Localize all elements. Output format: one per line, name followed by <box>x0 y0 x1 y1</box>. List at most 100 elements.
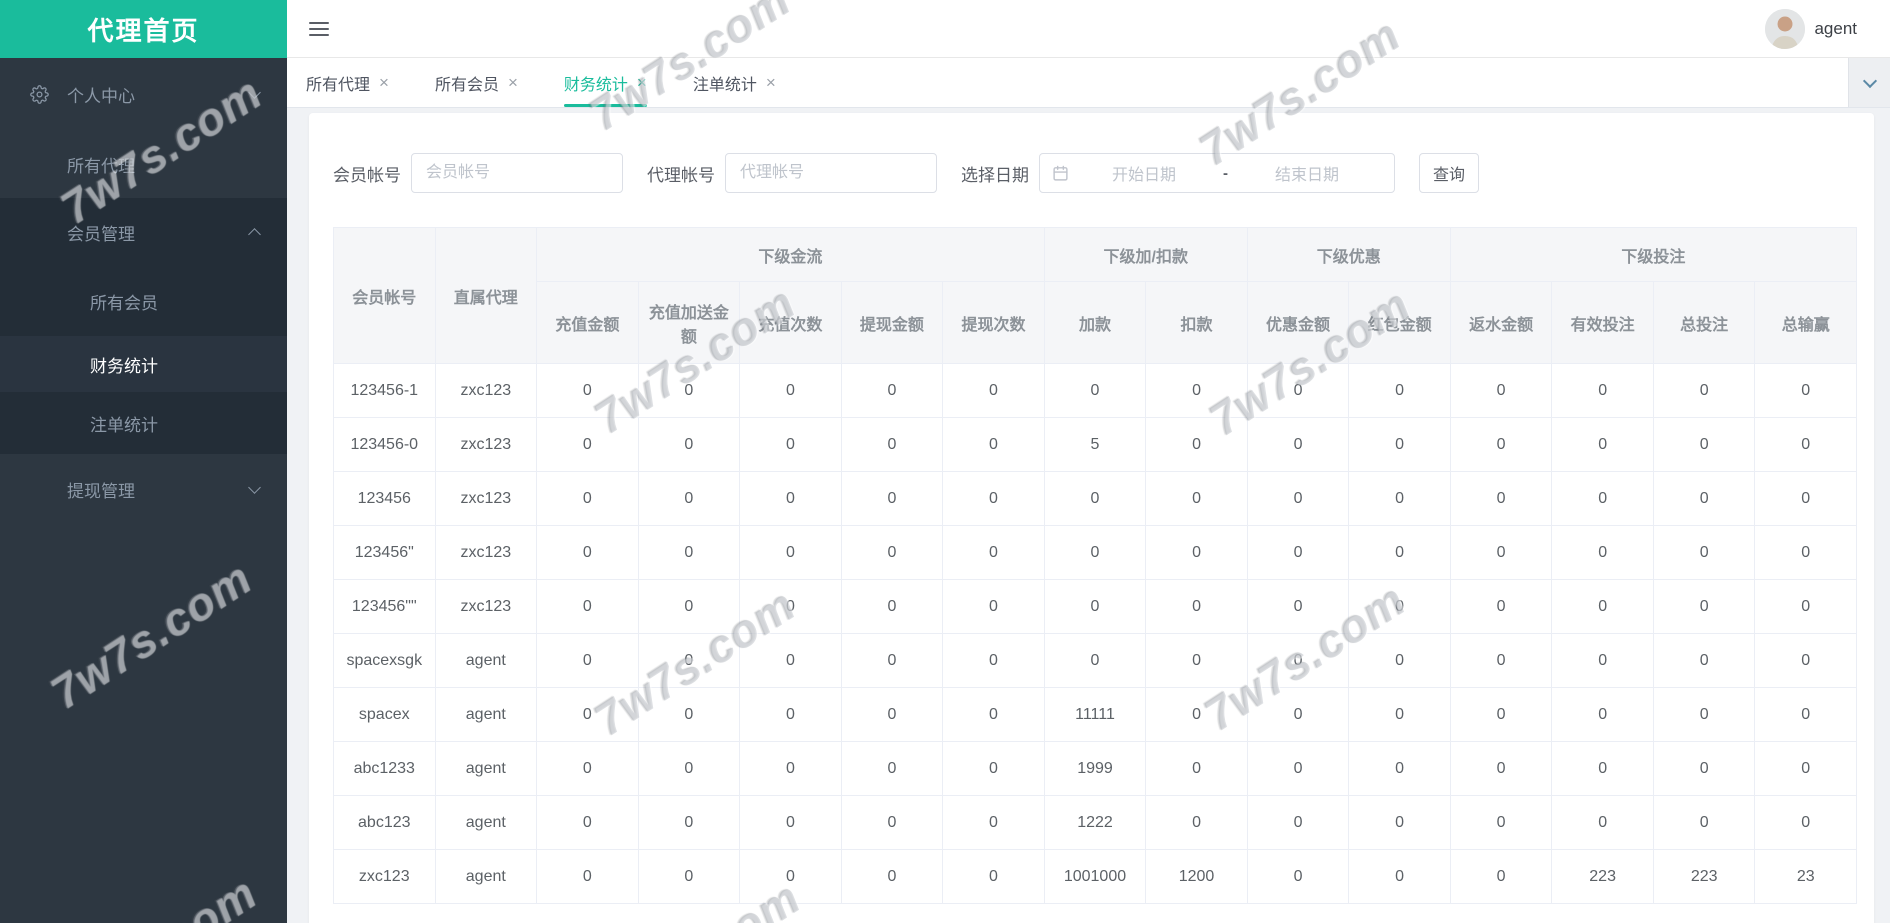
tab-bet-statistics[interactable]: 注单统计 × <box>693 58 776 107</box>
table-cell: 0 <box>1246 363 1350 418</box>
table-row: zxc123 agent 0 0 0 0 0 1001000 1200 0 0 0 223 223 23 <box>333 849 1857 904</box>
sidebar-item-financial-statistics[interactable]: 财务统计 <box>0 336 287 392</box>
table-cell: 0 <box>637 363 741 418</box>
member-account-input[interactable] <box>411 153 623 193</box>
column-header: 提现次数 <box>942 281 1045 364</box>
close-icon[interactable]: × <box>508 74 518 91</box>
table-cell: 0 <box>1043 579 1147 634</box>
table-cell: 0 <box>1246 525 1350 580</box>
table-cell: 0 <box>1449 795 1553 850</box>
close-icon[interactable]: × <box>637 74 647 91</box>
sidebar: 代理首页 个人中心 所有代理 会员管理 所有会员 财务统计 注单统计 提现管理 <box>0 0 287 923</box>
sidebar-item-all-members[interactable]: 所有会员 <box>0 266 287 336</box>
date-range-picker[interactable]: 开始日期 - 结束日期 <box>1039 153 1395 193</box>
table-cell: 0 <box>1754 417 1857 472</box>
table-cell: 0 <box>1348 849 1451 904</box>
table-cell: 0 <box>1145 363 1248 418</box>
table-cell: 0 <box>942 525 1045 580</box>
agent-account-input[interactable] <box>725 153 937 193</box>
end-date-placeholder[interactable]: 结束日期 <box>1232 161 1382 185</box>
table-cell: 0 <box>739 633 842 688</box>
group-header-discount: 下级优惠 <box>1246 227 1451 282</box>
sidebar-item-personal-center[interactable]: 个人中心 <box>0 58 287 130</box>
close-icon[interactable]: × <box>379 74 389 91</box>
table-cell: 123456" <box>333 525 436 580</box>
table-row: 123456" zxc123 0 0 0 0 0 0 0 0 0 0 0 0 0 <box>333 525 1857 580</box>
start-date-placeholder[interactable]: 开始日期 <box>1069 161 1219 185</box>
tab-all-agents[interactable]: 所有代理 × <box>306 58 389 107</box>
table-cell: 0 <box>1551 579 1654 634</box>
table-cell: 0 <box>739 795 842 850</box>
table-cell: 0 <box>840 741 944 796</box>
table-cell: 0 <box>1043 525 1147 580</box>
username: agent <box>1814 18 1857 38</box>
table-cell: 0 <box>840 795 944 850</box>
tab-all-members[interactable]: 所有会员 × <box>435 58 518 107</box>
gear-icon <box>30 84 49 104</box>
date-label: 选择日期 <box>961 165 1029 185</box>
table-cell: 0 <box>1145 795 1248 850</box>
tabs-dropdown-button[interactable] <box>1848 58 1890 107</box>
table-cell: zxc123 <box>434 363 538 418</box>
table-cell: 0 <box>942 795 1045 850</box>
table-cell: 0 <box>840 525 944 580</box>
table-cell: zxc123 <box>434 579 538 634</box>
column-header: 充值次数 <box>739 281 842 364</box>
table-cell: 0 <box>536 741 639 796</box>
sidebar-item-label: 所有会员 <box>90 293 158 313</box>
sidebar-item-all-agents[interactable]: 所有代理 <box>0 130 287 198</box>
table-cell: zxc123 <box>434 471 538 526</box>
table-cell: 0 <box>536 633 639 688</box>
hamburger-menu-icon[interactable] <box>308 20 330 38</box>
table-cell: 0 <box>536 849 639 904</box>
search-button[interactable]: 查询 <box>1419 153 1479 193</box>
table-cell: 0 <box>840 687 944 742</box>
table-cell: 0 <box>1449 417 1553 472</box>
table-cell: 0 <box>1348 525 1451 580</box>
sidebar-item-label: 提现管理 <box>67 481 135 501</box>
tab-financial-statistics[interactable]: 财务统计 × <box>563 58 647 107</box>
table-cell: 0 <box>1246 633 1350 688</box>
table-cell: 0 <box>1246 471 1350 526</box>
table-cell: 0 <box>1348 579 1451 634</box>
table-cell: 0 <box>942 633 1045 688</box>
table-cell: 123456 <box>333 471 436 526</box>
table-cell: 0 <box>1449 687 1553 742</box>
table-cell: 0 <box>1652 471 1756 526</box>
column-header: 优惠金额 <box>1246 281 1350 364</box>
table-cell: 0 <box>840 417 944 472</box>
table-header: 会员帐号 直属代理 下级金流 下级加/扣款 下级优惠 下级投注 充值金额 充值加… <box>333 227 1858 364</box>
table-cell: agent <box>434 741 538 796</box>
column-header: 提现金额 <box>840 281 944 364</box>
table-cell: 0 <box>1348 633 1451 688</box>
table-cell: 0 <box>1145 741 1248 796</box>
table-cell: 0 <box>840 363 944 418</box>
table-cell: 0 <box>840 633 944 688</box>
table-cell: 0 <box>1754 579 1857 634</box>
table-cell: 0 <box>536 795 639 850</box>
table-cell: 0 <box>942 417 1045 472</box>
table-row: spacex agent 0 0 0 0 0 11111 0 0 0 0 0 0 0 <box>333 687 1857 742</box>
table-cell: 0 <box>1551 633 1654 688</box>
table-cell: 0 <box>1652 741 1756 796</box>
table-row: spacexsgk agent 0 0 0 0 0 0 0 0 0 0 0 0 0 <box>333 633 1857 688</box>
sidebar-item-bet-statistics[interactable]: 注单统计 <box>0 392 287 454</box>
sidebar-item-label: 所有代理 <box>67 156 135 176</box>
column-header: 充值加送金额 <box>637 281 741 364</box>
table-cell: 23 <box>1754 849 1857 904</box>
table-cell: 0 <box>1449 741 1553 796</box>
sidebar-item-withdrawal-management[interactable]: 提现管理 <box>0 454 287 524</box>
table-cell: abc123 <box>333 795 436 850</box>
table-cell: 5 <box>1043 417 1147 472</box>
user-menu[interactable]: agent <box>1765 8 1857 49</box>
table-cell: agent <box>434 633 538 688</box>
table-row: 123456 zxc123 0 0 0 0 0 0 0 0 0 0 0 0 0 <box>333 471 1857 526</box>
sidebar-item-member-management[interactable]: 会员管理 <box>0 198 287 266</box>
column-header: 返水金额 <box>1449 281 1553 364</box>
close-icon[interactable]: × <box>766 74 776 91</box>
table-cell: 1222 <box>1043 795 1147 850</box>
table-cell: 0 <box>1754 633 1857 688</box>
table-body: 123456-1 zxc123 0 0 0 0 0 0 0 0 0 0 0 0 0 123456-0 zxc12… <box>333 363 1857 904</box>
table-cell: 0 <box>637 741 741 796</box>
table-cell: 0 <box>1754 741 1857 796</box>
